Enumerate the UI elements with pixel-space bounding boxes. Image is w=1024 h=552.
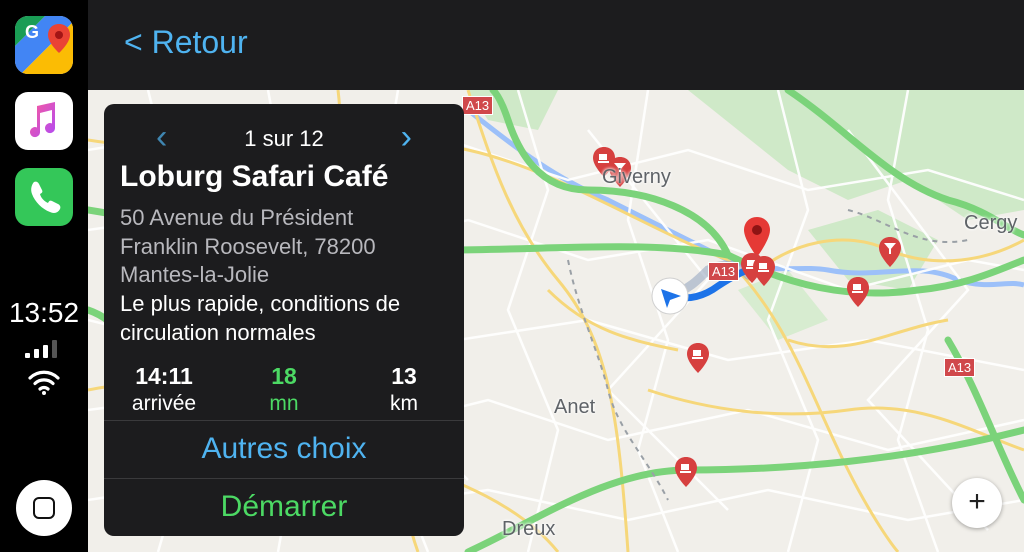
cafe-marker-icon[interactable] — [752, 255, 776, 287]
next-result-button[interactable]: › — [401, 118, 412, 157]
cafe-marker-icon[interactable] — [674, 456, 698, 488]
distance-value: 13 — [391, 363, 417, 389]
cafe-marker-icon[interactable] — [846, 276, 870, 308]
app-grid-icon — [33, 497, 55, 519]
phone-app-icon[interactable] — [15, 168, 73, 226]
music-app-icon[interactable] — [15, 92, 73, 150]
address-line: Franklin Roosevelt, 78200 — [120, 233, 376, 259]
place-name: Loburg Safari Café — [120, 160, 389, 193]
divider — [104, 478, 464, 479]
arrival-stat: 14:11 arrivée — [104, 362, 224, 418]
result-pager: ‹ 1 sur 12 › — [104, 118, 464, 157]
top-bar: < Retour — [88, 0, 1024, 90]
duration-unit: mn — [269, 392, 299, 415]
svg-text:G: G — [25, 22, 39, 42]
destination-card: ‹ 1 sur 12 › Loburg Safari Café 50 Avenu… — [104, 104, 464, 536]
start-navigation-button[interactable]: Démarrer — [104, 490, 464, 524]
distance-stat: 13 km — [344, 362, 464, 418]
road-badge-a13: A13 — [462, 96, 494, 115]
current-location-icon — [651, 277, 689, 315]
map-label-dreux: Dreux — [502, 518, 556, 540]
route-description-line: circulation normales — [120, 319, 316, 345]
place-address: 50 Avenue du Président Franklin Roosevel… — [120, 204, 450, 290]
arrival-label: arrivée — [131, 392, 197, 415]
cafe-marker-icon[interactable] — [686, 342, 710, 374]
map-label-anet: Anet — [554, 396, 596, 418]
carplay-sidebar: G 13:52 — [0, 0, 88, 552]
duration-stat: 18 mn — [224, 362, 344, 418]
route-description-line: Le plus rapide, conditions de — [120, 291, 401, 316]
road-badge-a13: A13 — [708, 262, 740, 281]
distance-unit: km — [390, 392, 418, 415]
wifi-icon — [28, 370, 60, 395]
home-button[interactable] — [16, 480, 72, 536]
other-options-button[interactable]: Autres choix — [104, 432, 464, 466]
trip-stats: 14:11 arrivée 18 mn 13 km — [104, 362, 464, 418]
bar-marker-icon[interactable] — [878, 236, 902, 268]
road-badge-a13: A13 — [944, 358, 976, 377]
status-time: 13:52 — [8, 297, 80, 328]
arrival-time: 14:11 — [135, 363, 193, 389]
route-description: Le plus rapide, conditions de circulatio… — [120, 290, 460, 347]
address-line: Mantes-la-Jolie — [120, 262, 270, 287]
map-label-cergy: Cergy — [964, 212, 1018, 234]
address-line: 50 Avenue du Président — [120, 205, 354, 230]
google-maps-app-icon[interactable]: G — [15, 16, 73, 74]
back-button[interactable]: < Retour — [124, 24, 248, 61]
cellular-signal-icon — [25, 340, 57, 358]
divider — [104, 420, 464, 421]
duration-value: 18 — [271, 363, 297, 389]
zoom-in-button[interactable]: + — [952, 478, 1002, 528]
map-label-giverny: Giverny — [602, 166, 671, 188]
